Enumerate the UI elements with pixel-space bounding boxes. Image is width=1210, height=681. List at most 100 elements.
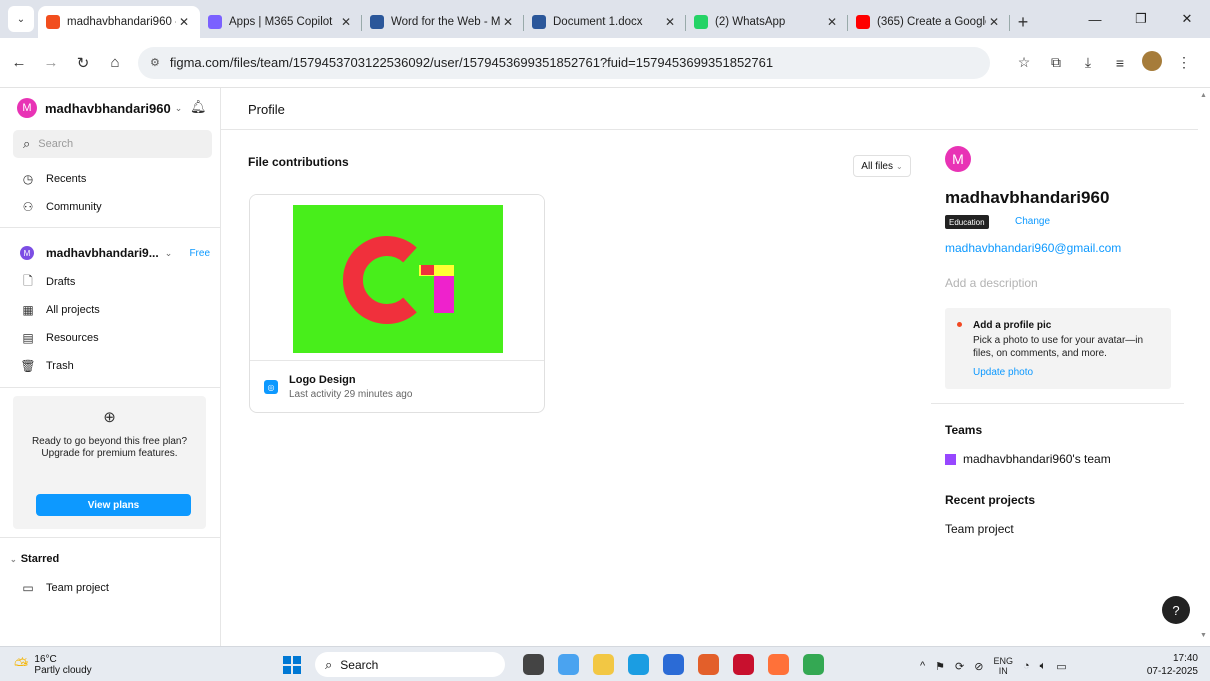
browser-tab[interactable]: (2) WhatsApp ✕	[686, 6, 848, 38]
sidebar-item-label: Trash	[46, 360, 74, 372]
extensions-icon[interactable]: ⧉	[1040, 54, 1072, 71]
close-window-icon[interactable]: ✕	[1164, 0, 1210, 38]
sidebar-item-team-project[interactable]: ▭ Team project	[20, 578, 109, 598]
team-link[interactable]: madhavbhandari960's team	[945, 452, 1111, 466]
chevron-up-icon[interactable]: ^	[920, 660, 925, 672]
tab-title: madhavbhandari960 -	[67, 16, 176, 28]
profile-avatar[interactable]: M	[945, 146, 971, 172]
avatar: M	[17, 98, 37, 118]
search-input[interactable]	[38, 138, 189, 150]
chevron-down-icon: ⌄	[164, 247, 173, 258]
bookmark-star-icon[interactable]: ☆	[1008, 54, 1040, 71]
close-tab-icon[interactable]: ✕	[176, 15, 192, 29]
menu-icon[interactable]: ⋮	[1168, 54, 1200, 71]
profile-avatar[interactable]	[1136, 51, 1168, 74]
team-name: madhavbhandari9...	[46, 246, 159, 260]
battery-icon[interactable]: ▭	[1056, 660, 1066, 673]
copilot-app-icon[interactable]	[698, 654, 719, 675]
plan-badge[interactable]: Free	[189, 248, 210, 259]
downloads-icon[interactable]: ⤓	[1072, 54, 1104, 71]
divider	[931, 403, 1184, 404]
search-box[interactable]: ⌕	[13, 130, 212, 158]
store-icon[interactable]	[663, 654, 684, 675]
team-switcher[interactable]: M madhavbhandari9... ⌄ Free	[20, 244, 210, 262]
description-field[interactable]: Add a description	[945, 276, 1038, 290]
browser-tab[interactable]: madhavbhandari960 - ✕	[38, 6, 200, 38]
copilot-icon[interactable]	[558, 654, 579, 675]
scroll-down-icon[interactable]: ▼	[1200, 632, 1207, 639]
taskbar-search[interactable]: ⌕ Search	[315, 652, 505, 677]
close-tab-icon[interactable]: ✕	[824, 15, 840, 29]
site-info-icon[interactable]: ⚙	[150, 56, 160, 69]
scrollbar[interactable]: ▲ ▼	[1198, 88, 1210, 646]
account-switcher[interactable]: M madhavbhandari960 ⌄	[17, 97, 182, 119]
change-plan-link[interactable]: Change	[1015, 216, 1050, 227]
firefox-icon[interactable]	[768, 654, 789, 675]
prompt-description: Pick a photo to use for your avatar—in f…	[973, 335, 1144, 359]
sidebar-item-recents[interactable]: ◷ Recents	[20, 169, 87, 189]
file-icon: 🗋	[23, 273, 33, 288]
close-tab-icon[interactable]: ✕	[338, 15, 354, 29]
recent-project-link[interactable]: Team project	[945, 522, 1014, 536]
browser-tab[interactable]: Document 1.docx ✕	[524, 6, 686, 38]
weather-widget[interactable]: ⛅︎ 16°C Partly cloudy	[14, 654, 92, 676]
temperature: 16°C	[34, 654, 57, 665]
starred-section-toggle[interactable]: ⌄ Starred	[10, 553, 59, 565]
file-filter-dropdown[interactable]: All files ⌄	[853, 155, 911, 177]
browser-tab[interactable]: Word for the Web - M ✕	[362, 6, 524, 38]
edge-icon[interactable]	[628, 654, 649, 675]
sync-icon[interactable]: ⟳	[955, 660, 964, 673]
close-tab-icon[interactable]: ✕	[662, 15, 678, 29]
file-explorer-icon[interactable]	[593, 654, 614, 675]
divider	[0, 227, 221, 228]
pinned-apps	[523, 654, 838, 675]
status-badge: Education	[945, 215, 989, 229]
chrome-icon[interactable]	[803, 654, 824, 675]
close-tab-icon[interactable]: ✕	[986, 15, 1002, 29]
sidebar-item-label: Community	[46, 201, 102, 213]
sidebar-item-trash[interactable]: 🗑 Trash	[20, 356, 74, 376]
region-code: IN	[998, 666, 1008, 676]
tab-title: Document 1.docx	[553, 16, 643, 28]
browser-tab[interactable]: Apps | M365 Copilot ✕	[200, 6, 362, 38]
sidebar-item-resources[interactable]: ▤ Resources	[20, 328, 99, 348]
scroll-up-icon[interactable]: ▲	[1200, 92, 1207, 99]
browser-tab[interactable]: (365) Create a Google ✕	[848, 6, 1010, 38]
notification-bell-icon[interactable]: 🔔︎	[190, 99, 207, 115]
new-tab-button[interactable]: +	[1010, 6, 1036, 38]
tab-search-button[interactable]: ⌄	[8, 6, 34, 32]
copilot-icon	[208, 15, 222, 29]
community-icon: ⚇	[22, 200, 34, 214]
back-icon[interactable]: ←	[6, 50, 32, 76]
forward-icon[interactable]: →	[38, 50, 64, 76]
language-indicator[interactable]: ENG IN	[993, 656, 1013, 676]
youtube-icon	[856, 15, 870, 29]
task-view-icon[interactable]	[523, 654, 544, 675]
profile-email[interactable]: madhavbhandari960@gmail.com	[945, 241, 1121, 255]
reload-icon[interactable]: ↻	[70, 50, 96, 76]
view-plans-button[interactable]: View plans	[36, 494, 191, 516]
start-button[interactable]	[283, 656, 301, 674]
sidebar-item-drafts[interactable]: 🗋 Drafts	[20, 272, 75, 292]
home-icon[interactable]: ⌂	[102, 50, 128, 76]
restore-icon[interactable]: ❐	[1118, 0, 1164, 38]
app-tray-icon[interactable]: ⚑	[935, 660, 945, 673]
reading-list-icon[interactable]: ≡	[1104, 55, 1136, 71]
url-field[interactable]: ⚙ figma.com/files/team/15794537031225360…	[138, 46, 990, 79]
mcafee-icon[interactable]	[733, 654, 754, 675]
clock[interactable]: 17:40 07-12-2025	[1138, 652, 1198, 678]
file-thumbnail	[250, 195, 544, 361]
lang-code: ENG	[993, 656, 1013, 666]
sidebar-item-label: Resources	[46, 332, 99, 344]
file-card[interactable]: ◎ Logo Design Last activity 29 minutes a…	[249, 194, 545, 413]
wifi-icon[interactable]: ◔	[1023, 660, 1030, 672]
help-button[interactable]: ?	[1162, 596, 1190, 624]
volume-icon[interactable]: 🔈︎	[1040, 660, 1047, 673]
location-off-icon[interactable]: ⊘	[974, 660, 983, 673]
sidebar-item-community[interactable]: ⚇ Community	[20, 197, 102, 217]
minimize-icon[interactable]: —	[1072, 0, 1118, 38]
close-tab-icon[interactable]: ✕	[500, 15, 516, 29]
update-photo-link[interactable]: Update photo	[973, 367, 1033, 378]
file-meta: ◎ Logo Design Last activity 29 minutes a…	[250, 362, 544, 412]
sidebar-item-all-projects[interactable]: ▦ All projects	[20, 300, 99, 320]
